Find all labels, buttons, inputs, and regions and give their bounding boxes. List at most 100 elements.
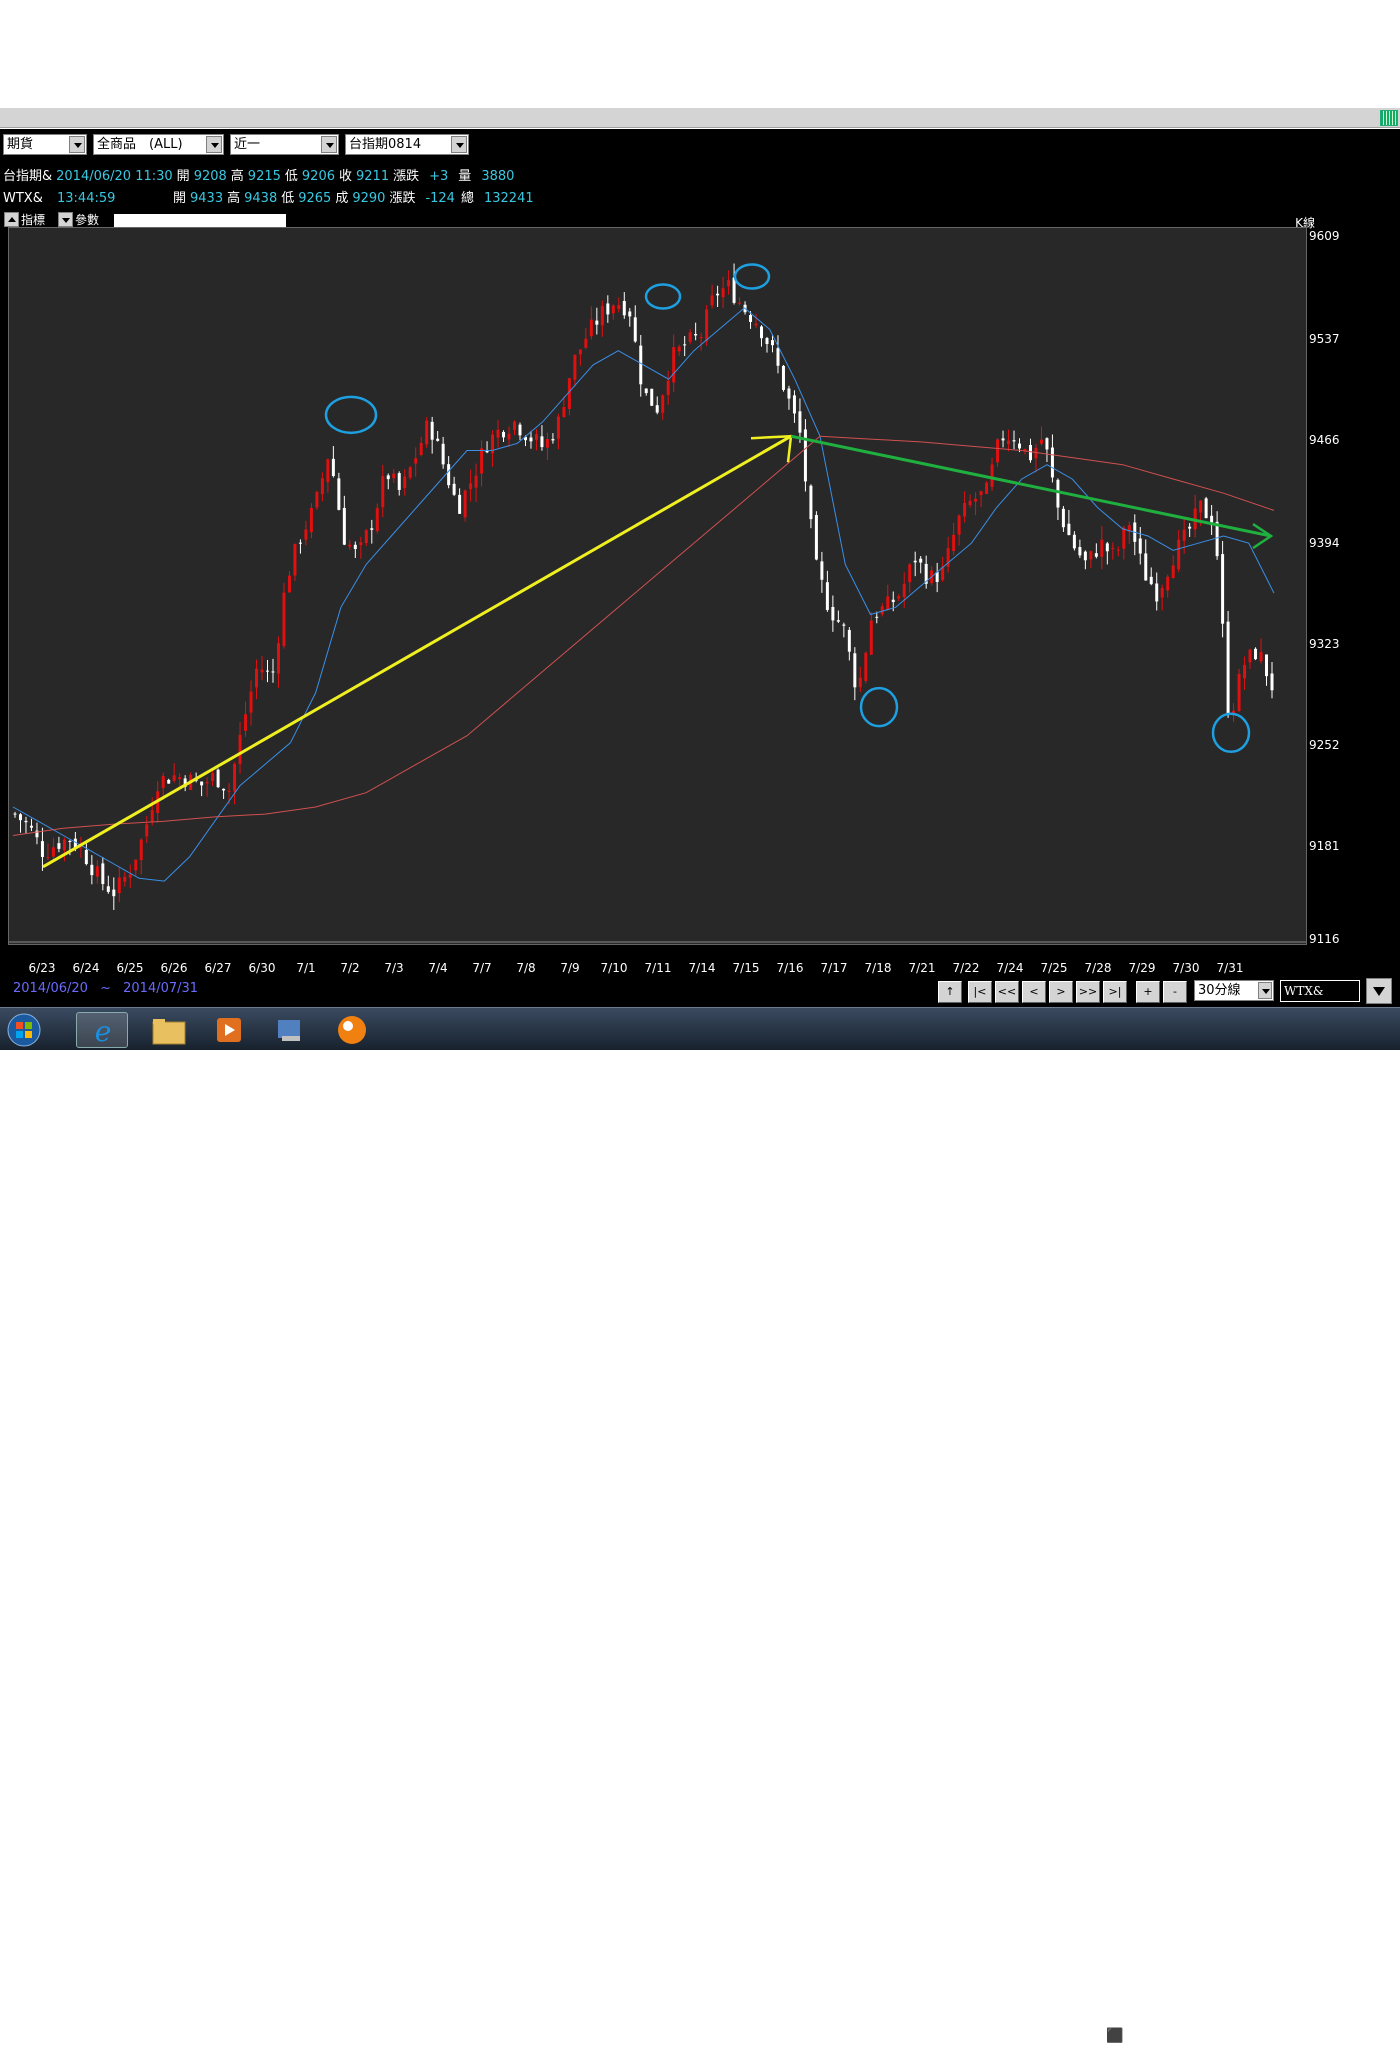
fast-forward-button[interactable]: >> <box>1076 981 1100 1003</box>
candle-body <box>1100 539 1104 557</box>
high-value: 9215 <box>247 169 281 184</box>
x-tick-label: 7/7 <box>472 961 492 975</box>
y-tick-label: 9609 <box>1309 229 1340 243</box>
volume-icon[interactable]: ◀ <box>1191 2029 1200 2043</box>
candle-body <box>172 775 176 781</box>
candle-body <box>1056 479 1060 508</box>
candle-body <box>913 560 917 563</box>
chevron-down-icon[interactable] <box>206 136 222 153</box>
product-dropdown[interactable]: 全商品 (ALL) <box>93 134 224 155</box>
candle-body <box>13 813 17 815</box>
tray-icon[interactable]: ◻ <box>1146 2028 1158 2044</box>
folder-icon[interactable] <box>145 1012 193 1048</box>
date-range: 2014/06/20 ~ 2014/07/31 <box>13 981 198 996</box>
candle-body <box>847 630 851 652</box>
x-tick-label: 6/23 <box>28 961 56 975</box>
candle-body <box>112 889 116 897</box>
candle-body <box>326 459 330 483</box>
month-dropdown[interactable]: 近一 <box>230 134 339 155</box>
internet-explorer-icon[interactable]: e <box>76 1012 128 1048</box>
start-button[interactable] <box>2 1012 46 1048</box>
candle-body <box>754 323 758 326</box>
indicator-button[interactable]: 指標 <box>4 212 45 228</box>
chevron-down-icon[interactable] <box>1258 982 1272 999</box>
x-tick-label: 7/15 <box>732 961 760 975</box>
forward-button[interactable]: > <box>1049 981 1073 1003</box>
chevron-down-icon[interactable] <box>321 136 337 153</box>
volume-value: 3880 <box>481 169 515 184</box>
candle-body <box>233 763 237 792</box>
period-dropdown[interactable]: 30分線 <box>1194 980 1274 1001</box>
tray-icon[interactable]: ⬛ <box>1106 2028 1123 2044</box>
x-tick-label: 6/30 <box>248 961 276 975</box>
grip-icon[interactable] <box>1380 110 1398 126</box>
scroll-up-button[interactable]: ↑ <box>938 981 962 1003</box>
window-title-bar <box>0 108 1400 128</box>
change-value: +3 <box>429 169 449 184</box>
contract-dropdown[interactable]: 台指期0814 <box>345 134 469 155</box>
candle-body <box>1182 529 1186 541</box>
browser-icon[interactable] <box>328 1012 376 1048</box>
candle-body <box>1039 439 1043 444</box>
highlight-circle <box>1211 712 1251 754</box>
candle-body <box>238 734 242 764</box>
candle-body <box>567 378 571 409</box>
clock[interactable]: 下午 01:49 2014/7/31 <box>1308 2021 1370 2055</box>
candle-body <box>1072 534 1076 549</box>
highlight-circle <box>324 395 378 435</box>
trading-app: 期貨 全商品 (ALL) 近一 台指期0814 台指期& 2014/06/20 1… <box>0 129 1400 1007</box>
candle-body <box>792 395 796 414</box>
candle-body <box>282 592 286 647</box>
candle-body <box>979 491 983 496</box>
first-button[interactable]: |< <box>968 981 992 1003</box>
candle-body <box>853 653 857 688</box>
candle-body <box>1018 443 1022 449</box>
market-type-value: 期貨 <box>7 137 34 152</box>
media-player-icon[interactable] <box>205 1012 253 1048</box>
candle-body <box>293 544 297 576</box>
candle-body <box>287 575 291 593</box>
app-icon[interactable] <box>266 1012 314 1048</box>
x-tick-label: 6/26 <box>160 961 188 975</box>
x-tick-label: 7/11 <box>644 961 672 975</box>
candle-body <box>117 877 121 894</box>
candle-body <box>919 558 923 563</box>
zoom-out-button[interactable]: - <box>1163 981 1187 1003</box>
zoom-in-button[interactable]: + <box>1136 981 1160 1003</box>
candle-body <box>1138 538 1142 554</box>
close-label: 成 <box>335 191 349 206</box>
candle-body <box>1270 673 1274 691</box>
quote-row-2: WTX& 13:44:59 開 9433 高 9438 低 9265 成 9290 漲跌 -124 總 1… <box>3 187 538 206</box>
candle-body <box>425 420 429 445</box>
indicator-text-field[interactable] <box>114 214 286 227</box>
candle-body <box>513 421 517 430</box>
network-icon[interactable]: ● <box>1176 2029 1186 2043</box>
quote-time: 13:44:59 <box>57 191 116 206</box>
chevron-down-icon[interactable] <box>451 136 467 153</box>
candle-body <box>430 421 434 440</box>
dropdown-arrow-icon[interactable] <box>1366 978 1392 1004</box>
candle-body <box>271 671 275 673</box>
period-value: 30分線 <box>1198 983 1241 998</box>
fast-back-button[interactable]: << <box>995 981 1019 1003</box>
candle-body <box>996 439 1000 463</box>
parameter-button[interactable]: 參數 <box>58 212 99 228</box>
triangle-up-icon <box>4 212 19 227</box>
chevron-down-icon[interactable] <box>69 136 85 153</box>
candle-body <box>1215 521 1219 557</box>
market-type-dropdown[interactable]: 期貨 <box>3 134 87 155</box>
symbol-input[interactable]: WTX& <box>1280 980 1360 1002</box>
highlight-circle <box>733 263 771 290</box>
chart-plot-area[interactable] <box>8 227 1307 945</box>
ime-indicator[interactable]: 中 <box>1128 2028 1142 2044</box>
back-button[interactable]: < <box>1022 981 1046 1003</box>
flag-icon[interactable]: ▲ <box>1162 2029 1171 2043</box>
low-value: 9206 <box>301 169 335 184</box>
candle-body <box>1067 523 1071 536</box>
candle-body <box>776 348 780 366</box>
candle-body <box>1221 554 1225 624</box>
candle-body <box>589 319 593 337</box>
last-button[interactable]: >| <box>1103 981 1127 1003</box>
candle-body <box>787 388 791 399</box>
svg-text:e: e <box>95 1015 112 1048</box>
